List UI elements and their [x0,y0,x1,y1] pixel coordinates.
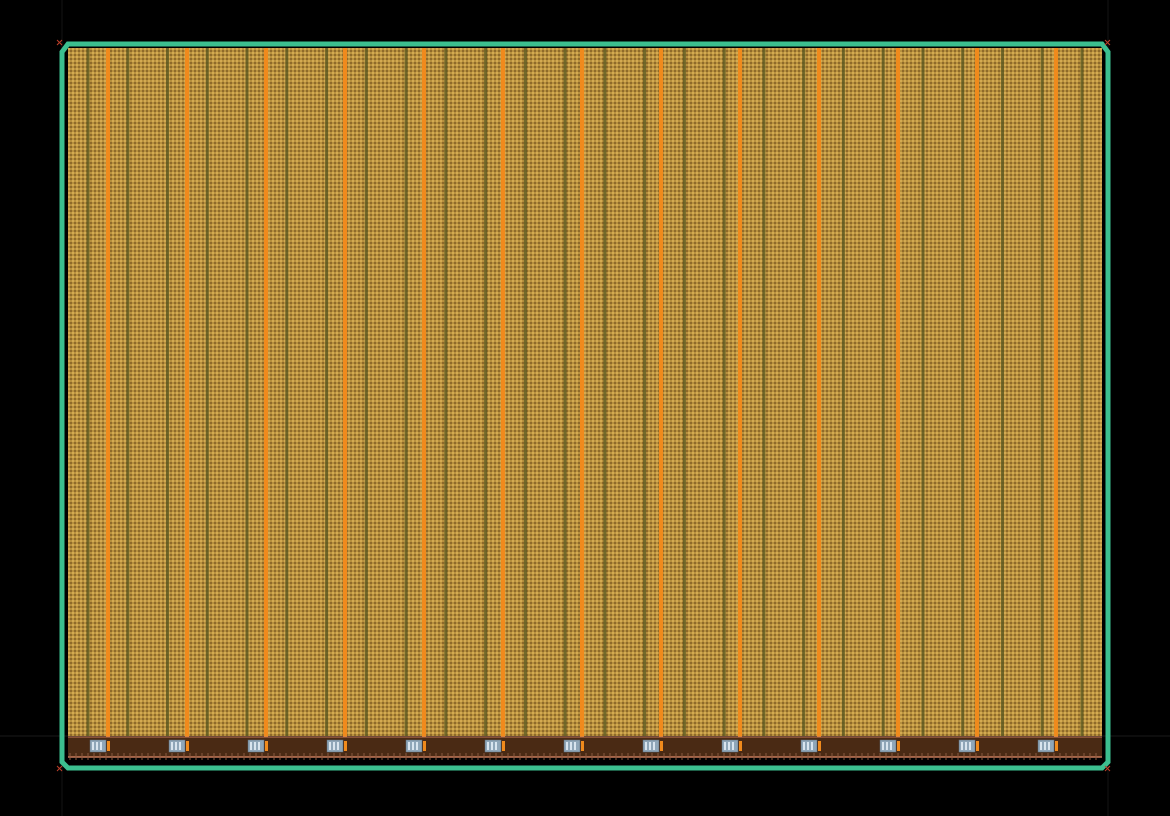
dark-column [881,48,885,736]
dark-column [86,48,90,736]
power-stripe [896,48,900,753]
dark-column [722,48,726,736]
dark-column [285,48,289,736]
power-stripe [264,48,268,753]
dark-column [1001,48,1004,736]
dark-column [603,48,607,736]
dark-column [444,48,448,736]
layout-viewport[interactable] [0,0,1170,816]
core-area[interactable] [68,48,1102,736]
dark-column [682,48,686,736]
dark-column [841,48,845,736]
dark-column [126,48,130,736]
power-stripe [501,48,505,753]
power-stripe [422,48,426,753]
io-macro [879,739,900,753]
corner-marker-top-left [56,39,63,46]
power-stripe [185,48,189,753]
io-macro [800,739,821,753]
dark-column [961,48,965,736]
power-stripe [343,48,347,753]
dark-column [563,48,567,736]
dark-column [484,48,488,736]
power-stripe [659,48,663,753]
io-macro [958,739,979,753]
dark-column [1040,48,1044,736]
io-macro [89,739,110,753]
io-macro [484,739,505,753]
chip-layout-canvas[interactable] [0,0,1170,816]
io-macro [168,739,189,753]
dark-column [643,48,647,736]
power-stripe [817,48,821,753]
power-stripe [975,48,979,753]
io-macro [721,739,742,753]
dark-column [1080,48,1084,736]
corner-marker-bottom-left [56,765,63,772]
dark-column [245,48,249,736]
io-macro [1037,739,1058,753]
io-macro [247,739,268,753]
dark-column [523,48,527,736]
io-macro [642,739,663,753]
dark-column [364,48,368,736]
dark-column [802,48,806,736]
io-macro [326,739,347,753]
dark-column [921,48,925,736]
dark-column [205,48,209,736]
power-stripe [738,48,742,753]
dark-column [325,48,329,736]
io-macro [563,739,584,753]
power-stripe [580,48,584,753]
dark-column [762,48,766,736]
power-stripe [106,48,110,753]
power-stripe [1054,48,1058,753]
io-row [68,737,1102,757]
dark-column [166,48,169,736]
dark-column [404,48,408,736]
io-macro [405,739,426,753]
